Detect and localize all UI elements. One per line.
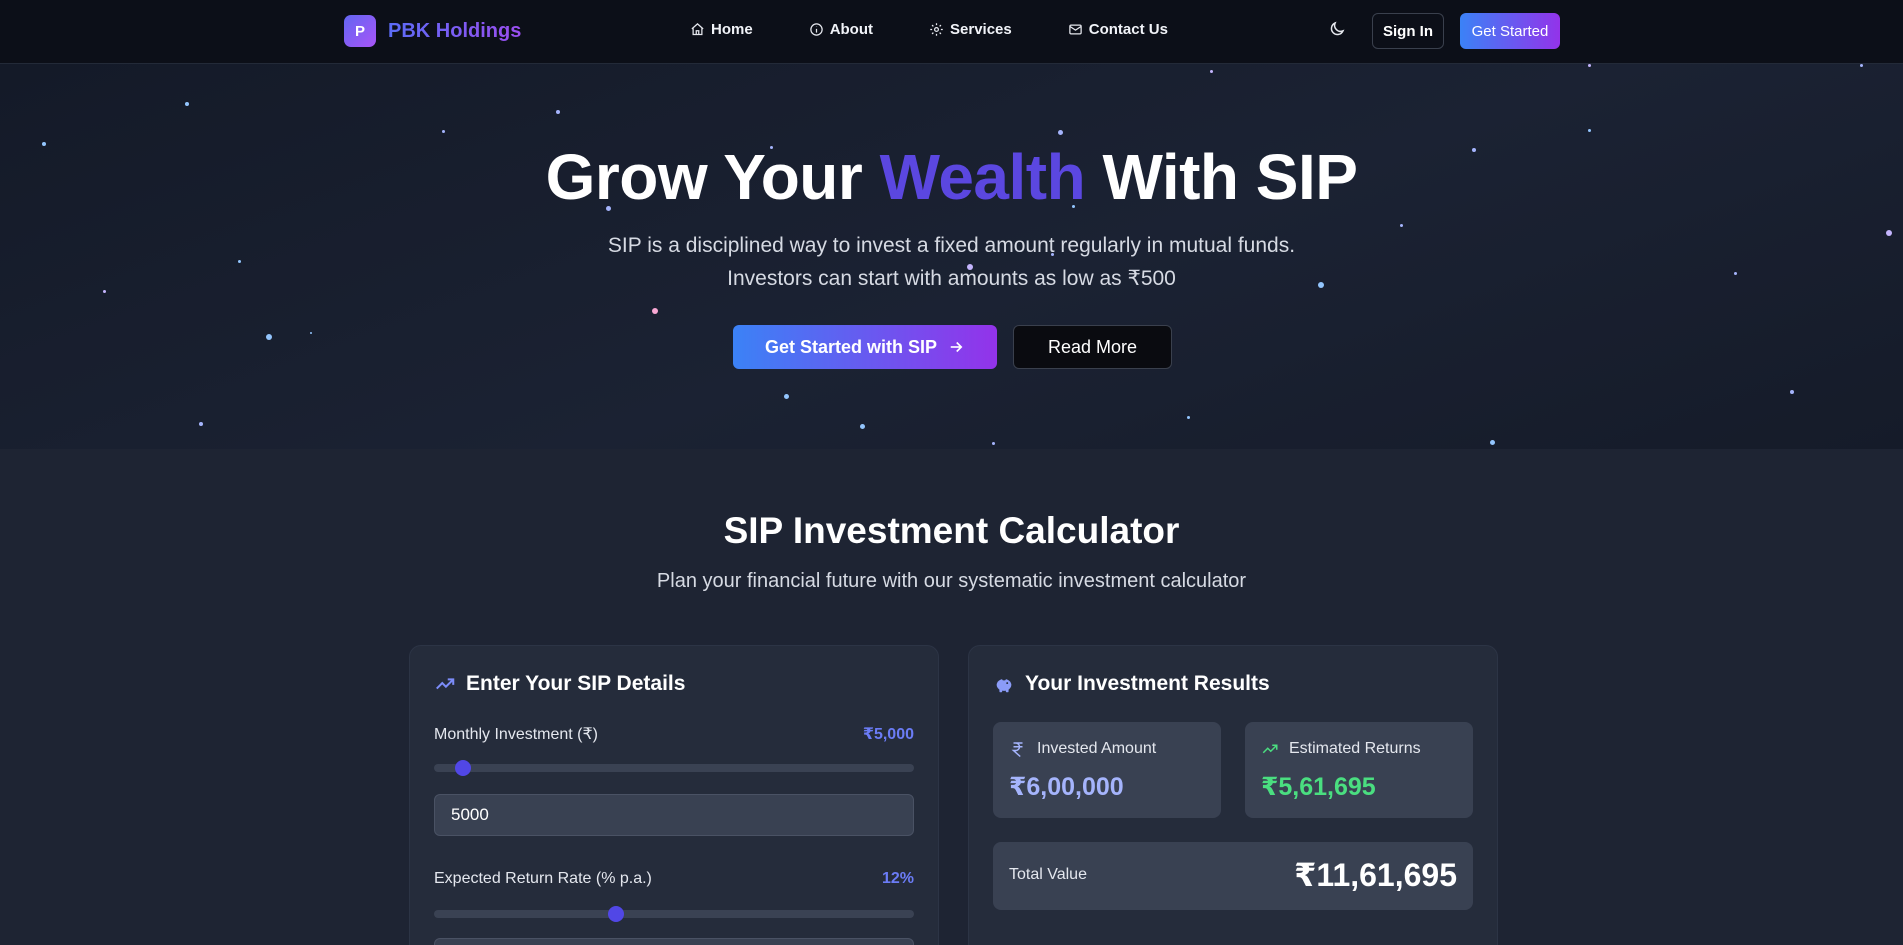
estimated-returns-label: Estimated Returns (1261, 740, 1421, 758)
theme-toggle[interactable] (1328, 20, 1350, 42)
monthly-investment-display: ₹5,000 (862, 726, 914, 743)
particle (1400, 224, 1403, 227)
hero-subtitle-line1: SIP is a disciplined way to invest a fix… (607, 234, 1296, 257)
monthly-investment-input-value: 5000 (451, 805, 489, 824)
arrow-right-icon (950, 341, 963, 353)
sip-details-heading-text: Enter Your SIP Details (466, 672, 686, 695)
particle (1210, 70, 1213, 73)
particle (199, 422, 203, 426)
monthly-investment-slider[interactable] (434, 760, 914, 776)
nav-link-label: Home (711, 21, 753, 38)
sign-in-button[interactable]: Sign In (1372, 13, 1444, 49)
return-rate-label: Expected Return Rate (% p.a.) (434, 870, 652, 887)
particle (1187, 416, 1190, 419)
nav-link-about[interactable]: About (809, 21, 873, 38)
invested-amount-value: ₹6,00,000 (1009, 773, 1124, 801)
return-rate-slider-thumb[interactable] (608, 906, 625, 922)
monthly-investment-label: Monthly Investment (₹) (434, 726, 599, 743)
hero-title: Grow Your Wealth With SIP (0, 140, 1903, 214)
brand-logo: P (344, 15, 376, 47)
return-rate-input[interactable] (434, 938, 914, 945)
monthly-investment-input[interactable]: 5000 (434, 794, 914, 836)
read-more-button[interactable]: Read More (1013, 325, 1172, 369)
mail-icon (1069, 24, 1082, 35)
nav-link-contact[interactable]: Contact Us (1068, 21, 1168, 38)
particle (1588, 129, 1591, 132)
hero-title-end: With SIP (1085, 141, 1358, 213)
monthly-investment-slider-thumb[interactable] (454, 760, 471, 776)
trending-up-icon (436, 678, 455, 690)
estimated-returns-label-text: Estimated Returns (1289, 740, 1421, 757)
nav-link-label: About (829, 21, 874, 38)
particle (784, 394, 789, 399)
brand-name: PBK Holdings (388, 19, 522, 42)
home-icon (691, 23, 704, 36)
particle (1058, 130, 1063, 135)
results-heading-text: Your Investment Results (1025, 672, 1270, 695)
nav-links: Home About Services Contact Us (690, 21, 1224, 38)
nav-link-home[interactable]: Home (690, 21, 753, 38)
gear-icon (930, 23, 943, 36)
particle (652, 308, 658, 314)
sip-details-card: Enter Your SIP Details Monthly Investmen… (409, 645, 939, 945)
invested-amount-label: Invested Amount (1009, 740, 1156, 758)
return-rate-slider[interactable] (434, 906, 914, 922)
particle (1790, 390, 1794, 394)
hero-title-start: Grow Your (545, 141, 880, 213)
particle (442, 130, 445, 133)
estimated-returns-value: ₹5,61,695 (1261, 773, 1376, 801)
particle (1490, 440, 1495, 445)
particle (1860, 64, 1863, 67)
total-value-amount: ₹11,61,695 (1294, 857, 1457, 893)
results-heading: Your Investment Results (993, 672, 1270, 696)
particle (992, 442, 995, 445)
top-nav: P PBK Holdings Home About Services Conta… (0, 0, 1903, 64)
particle (266, 334, 272, 340)
info-icon (809, 23, 823, 36)
total-value-label: Total Value (1009, 866, 1087, 883)
hero-section: Grow Your Wealth With SIP SIP is a disci… (0, 64, 1903, 449)
trending-up-icon (1262, 744, 1278, 754)
brand[interactable]: P PBK Holdings (344, 15, 521, 47)
sip-details-heading: Enter Your SIP Details (434, 672, 685, 696)
invested-amount-label-text: Invested Amount (1037, 740, 1157, 757)
particle (1588, 64, 1591, 67)
calculator-subtitle: Plan your financial future with our syst… (656, 570, 1247, 592)
nav-link-label: Services (950, 21, 1012, 38)
invested-amount-stat: Invested Amount ₹6,00,000 (993, 722, 1221, 818)
hero-title-accent: Wealth (879, 141, 1086, 213)
total-value-box: Total Value ₹11,61,695 (993, 842, 1473, 910)
particle (860, 424, 865, 429)
get-started-nav-button[interactable]: Get Started (1460, 13, 1560, 49)
moon-icon (1330, 21, 1345, 36)
nav-link-services[interactable]: Services (929, 21, 1012, 38)
particle (556, 110, 560, 114)
nav-link-label: Contact Us (1088, 21, 1168, 38)
calculator-title: SIP Investment Calculator (723, 510, 1180, 551)
particle (185, 102, 189, 106)
return-rate-display: 12% (881, 870, 914, 887)
get-started-sip-label: Get Started with SIP (764, 336, 938, 357)
rupee-icon (1011, 742, 1023, 758)
piggy-bank-icon (996, 678, 1012, 693)
investment-results-card: Your Investment Results Invested Amount … (968, 645, 1498, 945)
estimated-returns-stat: Estimated Returns ₹5,61,695 (1245, 722, 1473, 818)
get-started-sip-button[interactable]: Get Started with SIP (733, 325, 997, 369)
hero-subtitle-line2: Investors can start with amounts as low … (727, 267, 1176, 290)
particle (310, 332, 312, 334)
